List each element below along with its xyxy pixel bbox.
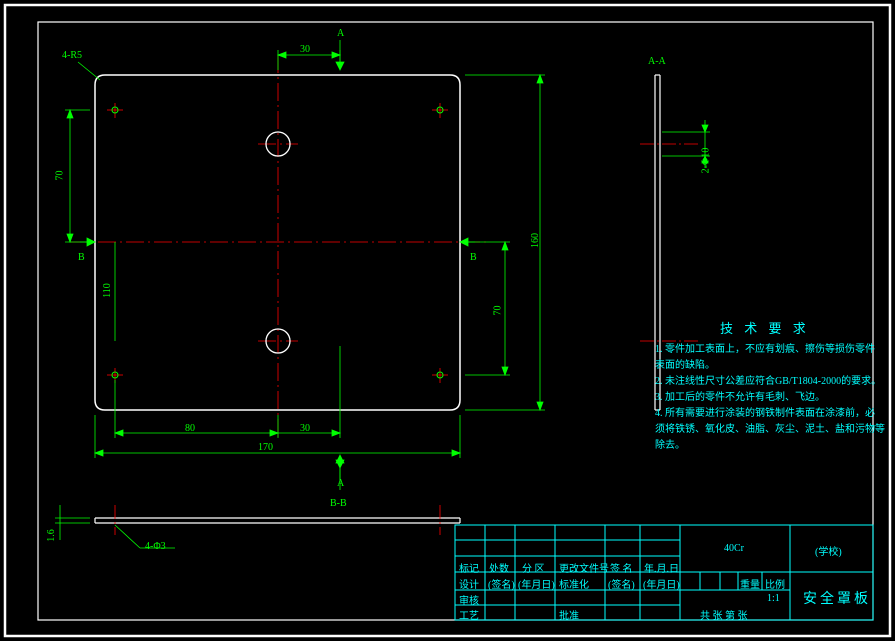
sec-a-bot: A (337, 478, 344, 489)
tb-h2: 分 区 (522, 560, 545, 575)
tb-r0c3: 标准化 (559, 576, 589, 591)
dim-80: 80 (185, 423, 195, 434)
sec-a-top: A (337, 28, 344, 39)
dim-1.6: 1.6 (46, 529, 57, 542)
tb-h0: 标记 (459, 560, 479, 575)
tb-mass-lbl: 重量 (740, 576, 760, 591)
req-4c: 除去。 (655, 436, 685, 451)
dim-30r: 30 (300, 423, 310, 434)
tb-r0c4: (签名) (608, 576, 635, 591)
tb-h3: 更改文件号 (559, 560, 609, 575)
req-3: 3. 加工后的零件不允许有毛刺、飞边。 (655, 388, 825, 403)
dim-170: 170 (258, 442, 273, 453)
tb-scale: 1:1 (767, 593, 780, 604)
corner-r: 4-R5 (62, 50, 82, 61)
dim-160: 160 (530, 233, 541, 248)
tb-partname: 安全罩板 (803, 588, 871, 608)
dim-30t: 30 (300, 44, 310, 55)
tb-stage: 共 张 第 张 (700, 607, 748, 622)
tb-r0c2: (年月日) (518, 576, 555, 591)
dim-4phi3: 4-Φ3 (145, 541, 166, 552)
sec-aa: A-A (648, 56, 666, 67)
req-1a: 1. 零件加工表面上，不应有划痕、擦伤等损伤零件 (655, 340, 875, 355)
req-4b: 须将铁锈、氧化皮、油脂、灰尘、泥土、盐和污物等 (655, 420, 885, 435)
tb-h5: 年.月.日 (644, 560, 679, 575)
sec-b-l: B (78, 252, 85, 263)
tb-h4: 签 名 (610, 560, 633, 575)
tb-school: (学校) (815, 543, 842, 558)
sec-b-r: B (470, 252, 477, 263)
dim-110: 110 (102, 283, 113, 298)
req-2: 2. 未注线性尺寸公差应符合GB/T1804-2000的要求。 (655, 372, 881, 387)
tb-r0c5: (年月日) (643, 576, 680, 591)
tb-r2c0: 工艺 (459, 607, 479, 622)
req-4a: 4. 所有需要进行涂装的钢铁制件表面在涂漆前，必 (655, 404, 875, 419)
dim-70b: 70 (493, 306, 504, 316)
sec-bb: B-B (330, 498, 347, 509)
tb-h1: 处数 (489, 560, 509, 575)
tb-scale-lbl: 比例 (765, 576, 785, 591)
req-title: 技 术 要 求 (720, 318, 810, 337)
tb-r2c3: 批准 (559, 607, 579, 622)
dim-70a: 70 (55, 171, 66, 181)
tb-r0c1: (签名) (488, 576, 515, 591)
tb-material: 40Cr (724, 543, 744, 554)
tb-r1c0: 审核 (459, 592, 479, 607)
tb-r0c0: 设计 (459, 576, 479, 591)
dim-2phi10: 2-Φ10 (700, 148, 711, 174)
req-1b: 表面的缺陷。 (655, 356, 715, 371)
